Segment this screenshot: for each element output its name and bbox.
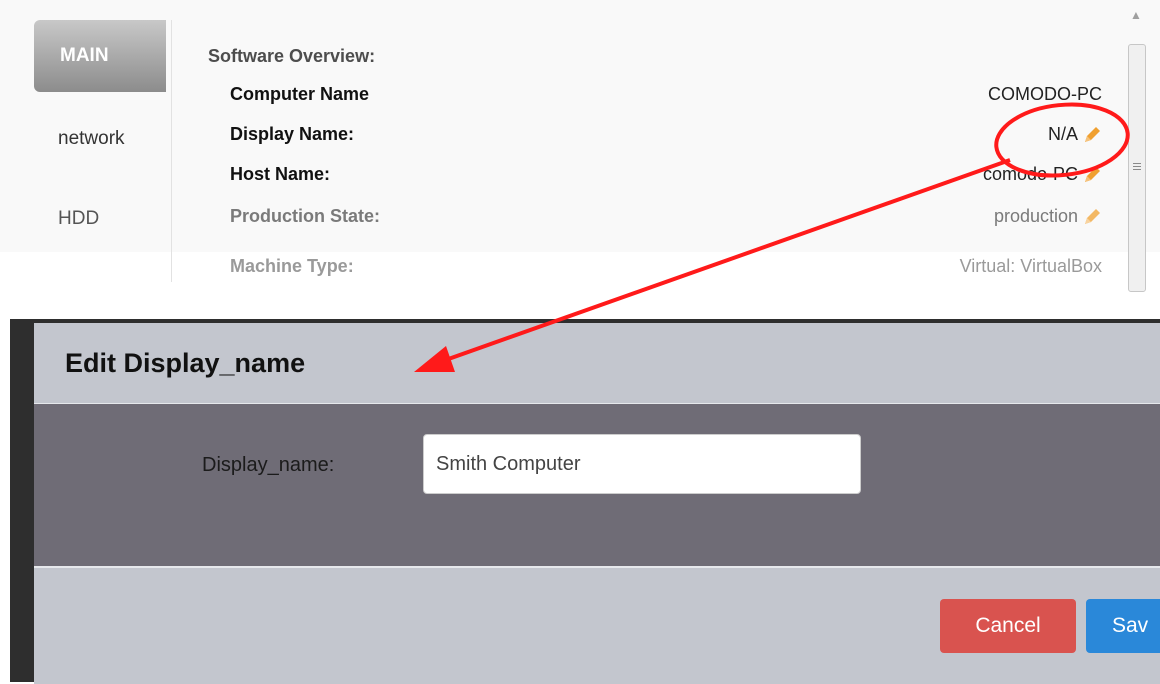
machine-type-text: Virtual: VirtualBox bbox=[959, 256, 1102, 276]
panel-background bbox=[0, 0, 1160, 252]
scroll-up-arrow-icon[interactable]: ▲ bbox=[1130, 8, 1142, 22]
dialog-body: Display_name: bbox=[34, 404, 1160, 566]
pencil-icon[interactable] bbox=[1082, 207, 1102, 227]
machine-type-value: Virtual: VirtualBox bbox=[960, 256, 1102, 277]
dialog-header: Edit Display_name bbox=[34, 323, 1160, 404]
computer-name-text: COMODO-PC bbox=[988, 84, 1102, 104]
scrollbar[interactable]: ▲ bbox=[1127, 0, 1147, 292]
dialog-footer: Cancel Sav bbox=[34, 566, 1160, 684]
scroll-thumb[interactable] bbox=[1128, 44, 1146, 292]
side-tabs: MAIN network HDD bbox=[0, 0, 172, 292]
edit-display-name-dialog: Edit Display_name Display_name: Cancel S… bbox=[10, 319, 1160, 684]
tab-network[interactable]: network bbox=[58, 128, 125, 150]
host-name-text: comodo-PC bbox=[982, 164, 1078, 184]
tab-hdd[interactable]: HDD bbox=[58, 208, 99, 230]
tab-divider bbox=[171, 20, 172, 282]
production-state-value: production bbox=[994, 206, 1102, 227]
device-details-panel: MAIN network HDD Software Overview: Comp… bbox=[0, 0, 1160, 292]
host-name-label: Host Name: bbox=[230, 164, 331, 184]
display-name-input[interactable] bbox=[423, 434, 861, 494]
production-state-label: Production State: bbox=[230, 206, 381, 226]
host-name-value: comodo-PC bbox=[983, 164, 1102, 185]
display-name-field-label: Display_name: bbox=[202, 454, 335, 476]
tab-main[interactable]: MAIN bbox=[34, 20, 166, 92]
dialog-title: Edit Display_name bbox=[65, 347, 306, 378]
computer-name-label: Computer Name bbox=[230, 84, 370, 104]
machine-type-label: Machine Type: bbox=[230, 256, 354, 276]
pencil-icon[interactable] bbox=[1082, 125, 1102, 145]
computer-name-value: COMODO-PC bbox=[988, 84, 1102, 105]
display-name-value: N/A bbox=[1048, 124, 1102, 145]
display-name-label: Display Name: bbox=[230, 124, 355, 144]
display-name-text: N/A bbox=[1047, 124, 1078, 144]
production-state-text: production bbox=[993, 206, 1078, 226]
pencil-icon[interactable] bbox=[1082, 165, 1102, 185]
scroll-grip-icon bbox=[1133, 163, 1141, 172]
software-overview-title: Software Overview: bbox=[208, 46, 376, 66]
save-button[interactable]: Sav bbox=[1086, 599, 1160, 653]
cancel-button[interactable]: Cancel bbox=[940, 599, 1076, 653]
